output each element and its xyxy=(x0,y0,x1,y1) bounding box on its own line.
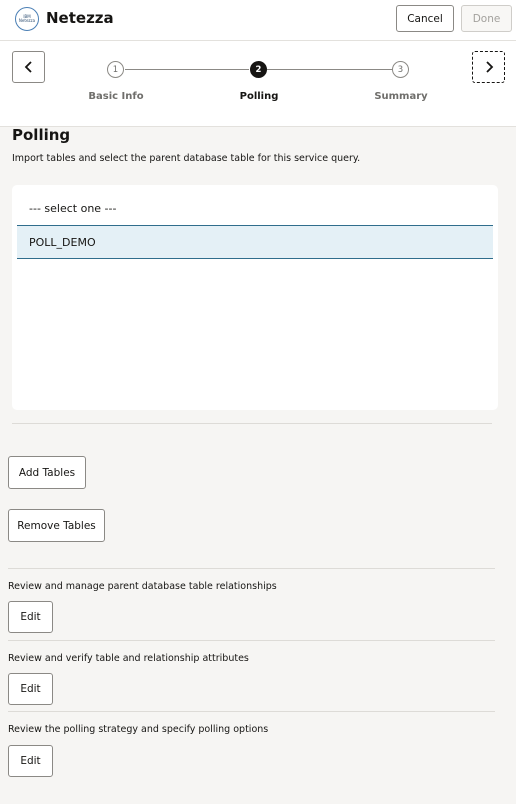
step-train: 1 2 3 Basic Info Polling Summary xyxy=(0,41,516,127)
step-connector xyxy=(125,69,249,70)
divider xyxy=(8,711,495,712)
list-option-placeholder[interactable]: --- select one --- xyxy=(17,191,493,225)
attributes-label: Review and verify table and relationship… xyxy=(8,653,249,664)
add-tables-button[interactable]: Add Tables xyxy=(8,456,86,489)
edit-relationships-button[interactable]: Edit xyxy=(8,601,53,633)
previous-step-button[interactable] xyxy=(12,51,45,83)
table-select-list: --- select one --- POLL_DEMO xyxy=(12,185,498,410)
next-step-button[interactable] xyxy=(472,51,505,83)
divider xyxy=(8,568,495,569)
edit-polling-button[interactable]: Edit xyxy=(8,745,53,777)
step-1-indicator[interactable]: 1 xyxy=(107,61,124,78)
chevron-right-icon xyxy=(485,61,493,73)
divider xyxy=(12,423,492,424)
logo-text-netezza: Netezza xyxy=(18,18,36,23)
remove-tables-button[interactable]: Remove Tables xyxy=(8,509,105,542)
relationships-label: Review and manage parent database table … xyxy=(8,581,277,592)
step-3-indicator[interactable]: 3 xyxy=(392,61,409,78)
step-3-label[interactable]: Summary xyxy=(374,91,427,102)
list-option-poll-demo[interactable]: POLL_DEMO xyxy=(17,225,493,259)
divider xyxy=(8,640,495,641)
section-title: Polling xyxy=(12,126,71,144)
app-title: Netezza xyxy=(46,9,114,27)
section-description: Import tables and select the parent data… xyxy=(12,153,361,164)
done-button[interactable]: Done xyxy=(461,5,512,32)
step-2-indicator[interactable]: 2 xyxy=(250,61,267,78)
page-header: IBM Netezza Netezza Cancel Done xyxy=(0,0,516,41)
edit-attributes-button[interactable]: Edit xyxy=(8,673,53,705)
step-2-label[interactable]: Polling xyxy=(240,91,279,102)
step-1-label[interactable]: Basic Info xyxy=(88,91,143,102)
netezza-logo-icon: IBM Netezza xyxy=(15,7,39,31)
cancel-button[interactable]: Cancel xyxy=(396,5,454,32)
step-connector xyxy=(267,69,392,70)
chevron-left-icon xyxy=(24,61,32,73)
polling-options-label: Review the polling strategy and specify … xyxy=(8,724,269,735)
